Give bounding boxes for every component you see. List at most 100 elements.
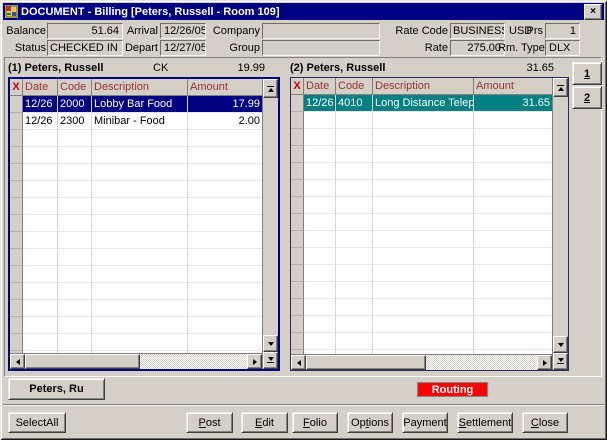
tab-window-2[interactable]: 2 [572, 86, 602, 109]
grid-cell [336, 112, 373, 129]
folio-2-column-headers: XDateCodeDescriptionAmount [291, 78, 552, 95]
grid-cell [92, 334, 188, 351]
grid-cell [373, 197, 474, 214]
grid-cell: 12/26 [23, 113, 58, 130]
grid-cell [474, 197, 552, 214]
scroll-bottom-icon[interactable] [263, 352, 278, 369]
settlement-button[interactable]: Settlement [457, 412, 513, 433]
grid-cell [373, 265, 474, 282]
company-field[interactable] [262, 23, 380, 39]
status-field[interactable]: CHECKED IN [47, 40, 123, 56]
grid-cell [304, 197, 336, 214]
grid-cell [23, 317, 58, 334]
rate-field[interactable]: 275.00 [450, 40, 505, 56]
grid-cell [373, 112, 474, 129]
grid-cell [92, 283, 188, 300]
grid-cell [291, 163, 304, 180]
grid-cell [373, 231, 474, 248]
grid-cell [23, 147, 58, 164]
folio-2-vscrollbar[interactable] [552, 78, 568, 370]
scroll-left-icon[interactable] [10, 354, 25, 369]
close-button[interactable]: Close [522, 412, 568, 433]
grid-cell [474, 282, 552, 299]
folio-row[interactable]: 12/262000Lobby Bar Food17.99 [10, 96, 262, 113]
folio-button[interactable]: Folio [292, 412, 338, 433]
grid-cell [92, 232, 188, 249]
scroll-bottom-icon[interactable] [553, 353, 568, 370]
scroll-left-icon[interactable] [291, 355, 306, 370]
grid-cell [23, 181, 58, 198]
scroll-down-icon[interactable] [263, 335, 278, 352]
arrival-label: Arrival [120, 23, 158, 39]
column-header-code: Code [336, 78, 373, 95]
folio-row-empty [291, 180, 552, 197]
grid-cell: 2.00 [188, 113, 262, 130]
folio-1-header: (1) Peters, Russell CK 19.99 [8, 61, 280, 76]
folio-2-title: (2) Peters, Russell [290, 61, 440, 76]
grid-cell: Lobby Bar Food [92, 96, 188, 113]
grid-cell [58, 249, 92, 266]
grid-cell [304, 282, 336, 299]
grid-cell [304, 333, 336, 350]
grid-cell: 17.99 [188, 96, 262, 113]
scroll-down-icon[interactable] [553, 336, 568, 353]
grid-cell [474, 180, 552, 197]
folio-1-vscrollbar[interactable] [262, 79, 278, 369]
edit-button[interactable]: Edit [241, 412, 288, 433]
rm-type-label: Rm. Type [498, 40, 543, 56]
routing-lamp[interactable]: Routing [417, 382, 488, 397]
folio-row-empty [10, 266, 262, 283]
titlebar[interactable]: DOCUMENT - Billing [Peters, Russell - Ro… [3, 3, 604, 20]
grid-cell [304, 265, 336, 282]
grid-cell [92, 164, 188, 181]
depart-field[interactable]: 12/27/05 [160, 40, 206, 56]
grid-cell [10, 317, 23, 334]
folio-row[interactable]: 12/264010Long Distance Telephon31.65 [291, 95, 552, 112]
folio-row[interactable]: 12/262300Minibar - Food2.00 [10, 113, 262, 130]
grid-cell [373, 299, 474, 316]
grid-cell [336, 146, 373, 163]
folio-1-grid: XDateCodeDescriptionAmount 12/262000Lobb… [8, 77, 280, 371]
hscroll-thumb[interactable] [306, 355, 426, 370]
scroll-right-icon[interactable] [537, 355, 552, 370]
grid-cell [291, 129, 304, 146]
rate-code-field[interactable]: BUSINESS [450, 23, 505, 39]
folio-row-empty [291, 197, 552, 214]
grid-cell [336, 248, 373, 265]
grid-cell [336, 180, 373, 197]
folio-row-empty [291, 282, 552, 299]
grid-cell [373, 248, 474, 265]
post-button[interactable]: Post [186, 412, 233, 433]
column-header-x: X [291, 78, 304, 95]
grid-cell [336, 214, 373, 231]
grid-cell [474, 112, 552, 129]
group-field[interactable] [262, 40, 380, 56]
rm-type-field[interactable]: DLX [545, 40, 580, 56]
grid-cell [58, 147, 92, 164]
scroll-right-icon[interactable] [247, 354, 262, 369]
folio-2-hscrollbar[interactable] [291, 354, 552, 370]
arrival-field[interactable]: 12/26/05 [160, 23, 206, 39]
prs-field[interactable]: 1 [545, 23, 580, 39]
folio-row-empty [10, 317, 262, 334]
column-header-date: Date [23, 79, 58, 96]
tab-window-1[interactable]: 1 [572, 62, 602, 85]
folio-row-empty [10, 164, 262, 181]
guest-tab-peters[interactable]: Peters, Ru [8, 378, 105, 400]
close-icon[interactable]: × [584, 4, 602, 20]
grid-cell [474, 129, 552, 146]
grid-cell [291, 231, 304, 248]
options-button[interactable]: Options [347, 412, 393, 433]
scroll-top-icon[interactable] [553, 78, 568, 97]
hscroll-thumb[interactable] [25, 354, 140, 369]
grid-cell [291, 299, 304, 316]
scroll-top-icon[interactable] [263, 79, 278, 98]
select-all-button[interactable]: Select All [8, 412, 66, 433]
folio-1-hscrollbar[interactable] [10, 353, 262, 369]
grid-cell [10, 232, 23, 249]
window-title: DOCUMENT - Billing [Peters, Russell - Ro… [21, 6, 584, 18]
balance-field[interactable]: 51.64 [47, 23, 123, 39]
payment-button[interactable]: Payment [402, 412, 448, 433]
grid-cell [23, 334, 58, 351]
grid-cell [188, 215, 262, 232]
